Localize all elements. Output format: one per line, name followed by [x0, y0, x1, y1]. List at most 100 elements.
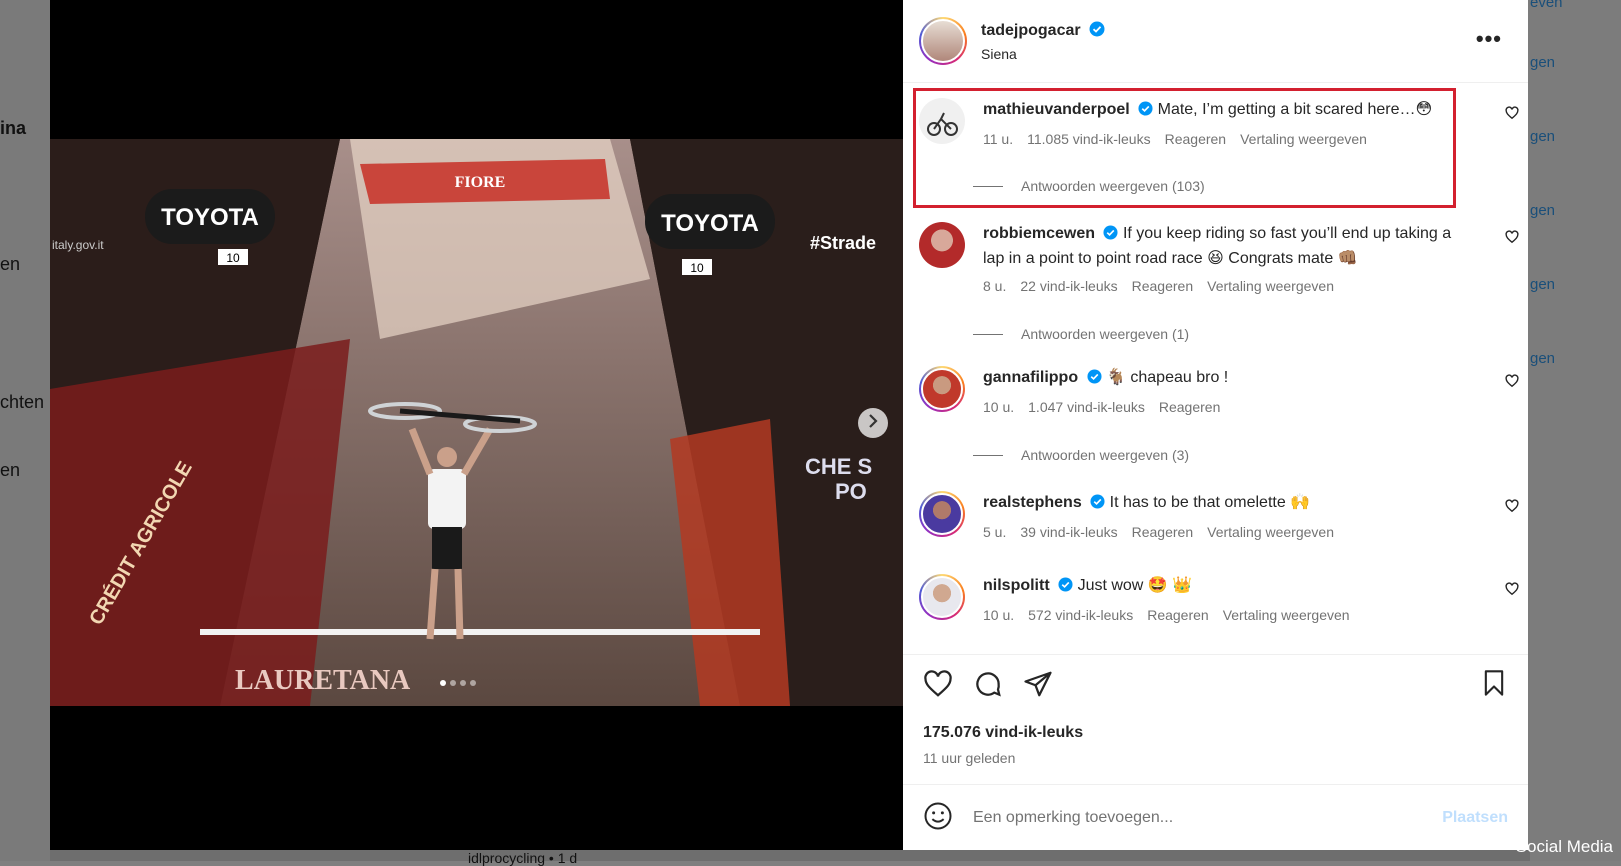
background-feed-author: idlprocycling • 1 d: [468, 850, 578, 866]
background-text: en: [0, 460, 21, 480]
verified-icon: [1090, 493, 1105, 516]
comment-body: gannafilippo 🐐 chapeau bro ! 10 u. 1.047…: [983, 366, 1473, 419]
heart-icon[interactable]: [1505, 499, 1519, 518]
reply-button[interactable]: Reageren: [1147, 604, 1209, 627]
post-time[interactable]: 11 uur geleden: [923, 750, 1015, 766]
post-media: TOYOTA 10 TOYOTA 10 FIORE #Strade CHE S …: [50, 0, 903, 850]
comment-input[interactable]: [971, 808, 1405, 828]
comment-likes[interactable]: 22 vind-ik-leuks: [1020, 275, 1117, 298]
comment-composer: Plaatsen: [903, 784, 1528, 851]
carousel-dot: [440, 680, 446, 686]
comment-time[interactable]: 10 u.: [983, 396, 1014, 419]
banner-text: PO: [835, 479, 867, 504]
heart-icon[interactable]: [1505, 106, 1519, 125]
heart-icon[interactable]: [1505, 582, 1519, 601]
commenter-avatar[interactable]: [919, 574, 965, 620]
watermark: Social Media: [1515, 837, 1613, 856]
background-link: gen: [1530, 276, 1556, 293]
comment-meta: 10 u. 572 vind-ik-leuks Reageren Vertali…: [983, 604, 1473, 627]
post-comment-button[interactable]: Plaatsen: [1442, 809, 1508, 827]
commenter-avatar[interactable]: [919, 491, 965, 537]
comment-time[interactable]: 8 u.: [983, 275, 1006, 298]
reply-button[interactable]: Reageren: [1159, 396, 1221, 419]
comment-icon[interactable]: [973, 669, 1003, 704]
banner-text: italy.gov.it: [52, 238, 104, 252]
banner-text: TOYOTA: [661, 210, 759, 237]
background-link: gen: [1530, 350, 1556, 367]
background-link: gen: [1530, 202, 1556, 219]
comment-likes[interactable]: 39 vind-ik-leuks: [1020, 521, 1117, 544]
verified-icon: [1089, 21, 1105, 42]
carousel-dot: [470, 680, 476, 686]
comment-text: It has to be that omelette 🙌: [1109, 494, 1311, 511]
post-modal: TOYOTA 10 TOYOTA 10 FIORE #Strade CHE S …: [50, 0, 1528, 850]
comment-time[interactable]: 5 u.: [983, 521, 1006, 544]
chevron-right-icon: [867, 413, 879, 433]
background-link: even: [1530, 0, 1563, 11]
post-header: tadejpogacar Siena •••: [903, 0, 1528, 83]
background-feed: [50, 850, 1530, 861]
comment-time[interactable]: 10 u.: [983, 604, 1014, 627]
author-info: tadejpogacar Siena: [981, 21, 1105, 62]
background-link: gen: [1530, 54, 1556, 71]
author-username[interactable]: tadejpogacar: [981, 22, 1081, 39]
comment-likes[interactable]: 1.047 vind-ik-leuks: [1028, 396, 1145, 419]
emoji-icon[interactable]: [923, 801, 953, 836]
comment-meta: 10 u. 1.047 vind-ik-leuks Reageren: [983, 396, 1473, 419]
more-icon[interactable]: •••: [1476, 26, 1502, 52]
banner-text: CHE S: [805, 454, 872, 479]
reply-button[interactable]: Reageren: [1132, 275, 1194, 298]
next-image-button[interactable]: [858, 408, 888, 438]
view-replies-button[interactable]: Antwoorden weergeven (3): [973, 447, 1189, 463]
heart-icon[interactable]: [923, 669, 953, 704]
background-text: ina: [0, 118, 27, 138]
reply-button[interactable]: Reageren: [1132, 521, 1194, 544]
highlight-box: [913, 88, 1456, 208]
heart-icon[interactable]: [1505, 230, 1519, 249]
verified-icon: [1103, 224, 1119, 247]
comment-body: robbiemcewen If you keep riding so fast …: [983, 222, 1473, 298]
commenter-username[interactable]: robbiemcewen: [983, 225, 1095, 242]
cyclist-photo: TOYOTA 10 TOYOTA 10 FIORE #Strade CHE S …: [50, 139, 903, 706]
banner-text: LAURETANA: [235, 665, 411, 696]
post-photo: TOYOTA 10 TOYOTA 10 FIORE #Strade CHE S …: [50, 139, 903, 706]
commenter-avatar[interactable]: [919, 366, 965, 412]
post-panel: tadejpogacar Siena ••• mathieuvanderpoel…: [903, 0, 1528, 850]
author-avatar[interactable]: [919, 17, 967, 65]
background-text: chten: [0, 392, 45, 412]
comment-body: realstephens It has to be that omelette …: [983, 491, 1473, 544]
background-link: gen: [1530, 128, 1556, 145]
carousel-dot: [460, 680, 466, 686]
background-text: en: [0, 254, 21, 274]
banner-text: FIORE: [455, 174, 506, 191]
comment-likes[interactable]: 572 vind-ik-leuks: [1028, 604, 1133, 627]
action-icons: [923, 669, 1053, 704]
heart-icon[interactable]: [1505, 374, 1519, 393]
banner-text: TOYOTA: [161, 204, 259, 231]
comments-list: mathieuvanderpoel Mate, I’m getting a bi…: [903, 84, 1528, 654]
comment-body: nilspolitt Just wow 🤩 👑 10 u. 572 vind-i…: [983, 574, 1473, 627]
banner-text: 10: [690, 261, 704, 275]
translate-button[interactable]: Vertaling weergeven: [1223, 604, 1350, 627]
bookmark-icon[interactable]: [1480, 669, 1508, 702]
commenter-username[interactable]: gannafilippo: [983, 369, 1078, 386]
verified-icon: [1058, 576, 1073, 599]
translate-button[interactable]: Vertaling weergeven: [1207, 521, 1334, 544]
comment-meta: 8 u. 22 vind-ik-leuks Reageren Vertaling…: [983, 275, 1473, 298]
share-icon[interactable]: [1023, 669, 1053, 704]
post-location[interactable]: Siena: [981, 46, 1105, 62]
banner-text: #Strade: [810, 233, 876, 253]
translate-button[interactable]: Vertaling weergeven: [1207, 275, 1334, 298]
comment-text: Just wow 🤩 👑: [1077, 577, 1193, 594]
commenter-avatar[interactable]: [919, 222, 965, 268]
verified-icon: [1087, 368, 1102, 391]
view-replies-button[interactable]: Antwoorden weergeven (1): [973, 326, 1189, 342]
comment-text: 🐐 chapeau bro !: [1106, 369, 1229, 386]
comment-meta: 5 u. 39 vind-ik-leuks Reageren Vertaling…: [983, 521, 1473, 544]
carousel-dots: [440, 680, 476, 686]
post-likes[interactable]: 175.076 vind-ik-leuks: [923, 724, 1083, 742]
commenter-username[interactable]: nilspolitt: [983, 577, 1050, 594]
commenter-username[interactable]: realstephens: [983, 494, 1082, 511]
carousel-dot: [450, 680, 456, 686]
banner-text: 10: [226, 251, 240, 265]
